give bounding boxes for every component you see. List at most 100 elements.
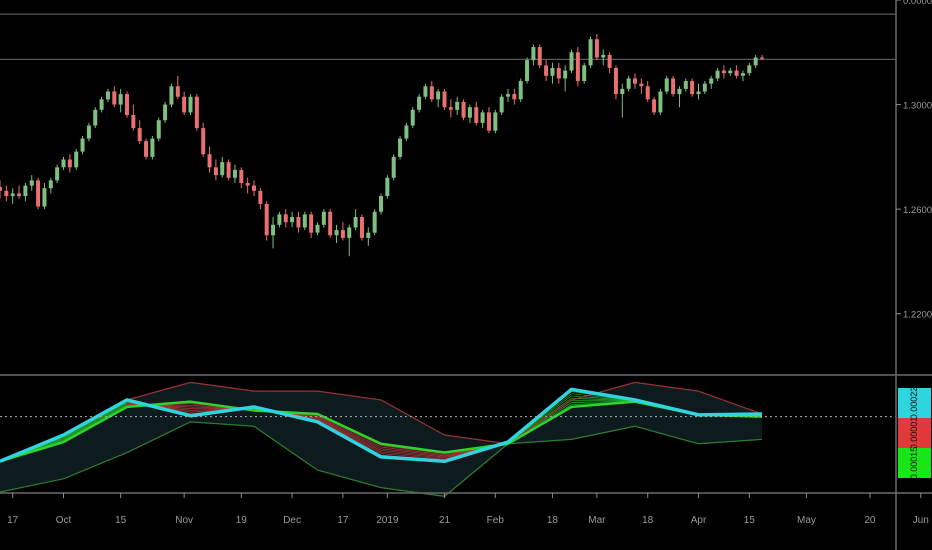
- candle-body: [417, 96, 422, 110]
- candle: [575, 47, 580, 87]
- time-tick-label: Dec: [283, 515, 301, 526]
- candle: [652, 96, 657, 116]
- candle-body: [633, 78, 637, 84]
- candle-body: [404, 125, 409, 139]
- candle-body: [271, 224, 276, 236]
- candle-body: [169, 86, 174, 105]
- candle-body: [740, 73, 745, 76]
- candle-body: [467, 107, 472, 118]
- candle: [226, 159, 231, 181]
- candle-body: [620, 88, 625, 95]
- candle: [404, 122, 409, 142]
- candle: [194, 94, 199, 131]
- candle-body: [556, 67, 561, 79]
- time-tick-label: 2019: [376, 515, 399, 526]
- candle: [417, 94, 422, 113]
- candle-body: [671, 78, 676, 95]
- candle-body: [486, 112, 491, 131]
- candle-body: [353, 216, 358, 228]
- candle: [671, 75, 676, 97]
- candle: [493, 109, 498, 134]
- candle-body: [80, 138, 85, 152]
- candle-body: [334, 230, 339, 236]
- candle-body: [125, 94, 129, 116]
- candle: [537, 44, 542, 68]
- candle-body: [112, 91, 117, 105]
- indicator-badge-label: 0.00022: [909, 387, 919, 420]
- time-tick-label: 21: [439, 515, 451, 526]
- price-tick-label: 1.22000: [903, 310, 932, 321]
- candle-body: [99, 99, 104, 110]
- candle-body: [340, 230, 345, 238]
- candle-body: [575, 52, 580, 82]
- candle: [690, 78, 695, 97]
- candle: [156, 117, 161, 142]
- candle-body: [366, 232, 371, 238]
- candle-body: [74, 151, 79, 168]
- candle: [55, 164, 60, 183]
- indicator-value-badge: 0.00001: [898, 417, 931, 449]
- time-tick-label: Jun: [913, 515, 929, 526]
- candle: [144, 138, 149, 160]
- candle: [410, 107, 415, 129]
- candle-body: [182, 96, 187, 113]
- time-tick-label: May: [797, 515, 816, 526]
- candle-body: [156, 120, 161, 139]
- candle-body: [4, 190, 9, 197]
- candle-body: [67, 159, 72, 168]
- candle-body: [220, 162, 225, 176]
- candle-body: [150, 138, 155, 157]
- candle-body: [594, 39, 599, 58]
- time-tick-label: Feb: [487, 515, 505, 526]
- time-tick-label: Nov: [175, 515, 193, 526]
- candle: [359, 214, 364, 241]
- time-tick-label: Oct: [56, 515, 72, 526]
- candle-body: [544, 65, 549, 76]
- candle-body: [245, 183, 250, 186]
- candle-body: [302, 214, 307, 228]
- candle-body: [93, 109, 98, 126]
- indicator-value-badge: 0.00022: [898, 387, 931, 420]
- candle-body: [86, 125, 91, 139]
- candle-body: [328, 211, 333, 236]
- candle-body: [144, 141, 149, 157]
- candle: [80, 135, 85, 155]
- candle: [302, 211, 307, 231]
- time-tick-label: 20: [864, 515, 876, 526]
- candle: [518, 78, 523, 102]
- candle-body: [385, 177, 390, 197]
- time-tick-label: 15: [115, 515, 127, 526]
- candle-body: [277, 214, 282, 225]
- candle: [442, 88, 447, 110]
- candle: [36, 177, 41, 210]
- candle-body: [563, 70, 568, 79]
- candle-body: [188, 96, 193, 113]
- candle-body: [258, 190, 263, 204]
- candle-body: [658, 91, 663, 113]
- candle: [582, 62, 587, 84]
- price-tick-label: 0.00000: [903, 0, 932, 7]
- candle: [125, 91, 129, 118]
- candle-body: [213, 167, 218, 176]
- candle-body: [264, 203, 269, 236]
- candle-body: [474, 107, 479, 123]
- candle: [385, 175, 390, 199]
- candle-body: [29, 180, 34, 186]
- indicator-axis[interactable]: 0.000220.000010.00015: [898, 387, 931, 480]
- price-tick-label: 1.26000: [903, 205, 932, 216]
- candle-body: [372, 211, 377, 233]
- candle-body: [391, 156, 396, 178]
- candle-body: [347, 227, 352, 238]
- candle: [658, 88, 663, 116]
- candle-body: [410, 109, 415, 126]
- candle-body: [194, 96, 199, 129]
- candle-body: [499, 96, 504, 113]
- candle-body: [518, 81, 523, 100]
- candle-body: [696, 91, 701, 95]
- candle: [321, 209, 326, 228]
- candle-body: [207, 154, 212, 168]
- candle: [328, 209, 333, 238]
- candle: [264, 201, 269, 241]
- candle-body: [461, 101, 466, 118]
- candle-body: [645, 86, 650, 100]
